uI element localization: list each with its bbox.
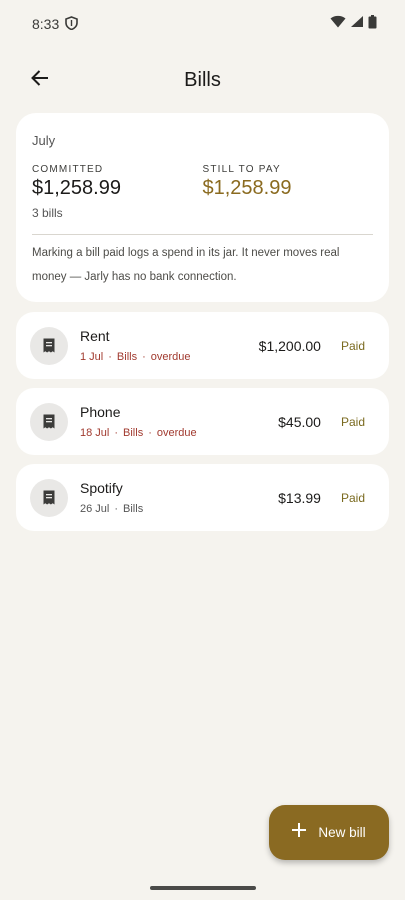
receipt-icon [30,478,68,517]
bill-category: Bills [123,503,144,515]
bill-status: overdue [150,351,191,363]
bills-screen: 8:33 Bills July COMMITTED $1,258.99 STIL… [0,0,405,900]
wifi-icon [330,15,346,33]
home-indicator[interactable] [150,886,256,890]
shield-icon [65,15,79,33]
bill-category: Bills [116,351,138,363]
status-right [330,14,377,34]
bill-row-phone[interactable]: Phone 18 Jul · Bills · overdue $45.00 Paid [16,388,389,455]
divider [32,234,373,235]
bill-status: overdue [156,427,197,439]
mark-paid-button[interactable]: Paid [331,407,375,437]
committed-value: $1,258.99 [32,177,121,199]
bill-name: Rent [80,328,110,344]
new-bill-label: New bill [318,825,366,840]
bill-amount: $45.00 [278,413,321,430]
bill-category: Bills [123,427,144,439]
bill-row-rent[interactable]: Rent 1 Jul · Bills · overdue $1,200.00 Paid [16,312,389,379]
bill-text: Rent 1 Jul · Bills · overdue [80,328,259,363]
bill-name: Spotify [80,480,123,496]
receipt-icon [30,326,68,365]
page-title: Bills [184,68,221,91]
bill-meta: 1 Jul · Bills · overdue [80,351,191,363]
month-label: July [32,133,56,148]
battery-icon [368,14,377,34]
bill-meta: 18 Jul · Bills · overdue [80,427,197,439]
receipt-icon [30,402,68,441]
bill-name: Phone [80,404,121,420]
signal-icon [350,15,364,33]
info-note: Marking a bill paid logs a spend in its … [32,247,340,283]
arrow-left-icon [31,69,49,92]
status-time: 8:33 [32,16,60,32]
status-left: 8:33 [32,15,79,33]
committed-stat: COMMITTED $1,258.99 [32,164,203,200]
bill-date: 26 Jul [80,503,110,515]
status-bar: 8:33 [0,0,405,48]
summary-stats: COMMITTED $1,258.99 STILL TO PAY $1,258.… [32,164,373,200]
still-to-pay-stat: STILL TO PAY $1,258.99 [203,164,374,200]
bill-text: Phone 18 Jul · Bills · overdue [80,404,278,439]
bill-amount: $1,200.00 [258,337,321,354]
top-app-bar: Bills [0,56,405,104]
bill-row-spotify[interactable]: Spotify 26 Jul · Bills $13.99 Paid [16,464,389,531]
plus-icon [292,823,307,842]
still-to-pay-value: $1,258.99 [202,177,292,199]
bill-count: 3 bills [32,206,63,220]
bill-text: Spotify 26 Jul · Bills [80,480,278,515]
new-bill-button[interactable]: New bill [269,805,389,860]
back-button[interactable] [20,60,60,100]
mark-paid-button[interactable]: Paid [331,483,375,513]
bill-amount: $13.99 [278,489,321,506]
committed-label: COMMITTED [32,164,104,175]
still-to-pay-label: STILL TO PAY [202,164,281,175]
bill-date: 18 Jul [80,427,110,439]
bill-meta: 26 Jul · Bills [80,503,144,515]
summary-card: July COMMITTED $1,258.99 STILL TO PAY $1… [16,113,389,302]
bill-date: 1 Jul [80,351,104,363]
mark-paid-button[interactable]: Paid [331,331,375,361]
